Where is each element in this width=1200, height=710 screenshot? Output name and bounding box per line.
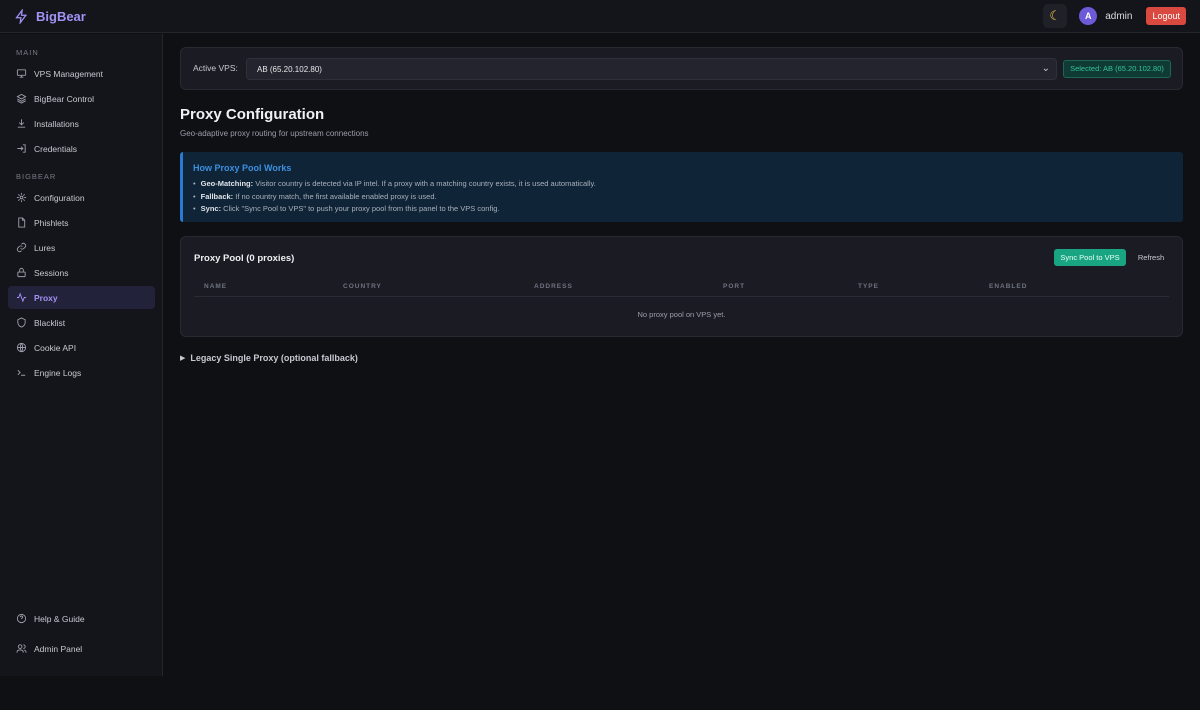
lock-icon bbox=[17, 267, 26, 278]
column-header-address[interactable]: ADDRESS bbox=[534, 283, 573, 290]
info-item: Sync: Click "Sync Pool to VPS" to push y… bbox=[193, 203, 596, 216]
sidebar-item-label: Blacklist bbox=[34, 317, 66, 328]
sidebar-item-label: Phishlets bbox=[34, 217, 69, 228]
page-subtitle: Geo-adaptive proxy routing for upstream … bbox=[180, 129, 369, 138]
refresh-button[interactable]: Refresh bbox=[1132, 249, 1170, 266]
column-header-name[interactable]: NAME bbox=[204, 283, 227, 290]
chevron-down-icon: ⌄ bbox=[1041, 63, 1050, 74]
legacy-proxy-toggle[interactable]: ▶ Legacy Single Proxy (optional fallback… bbox=[180, 353, 358, 363]
sidebar-item-credentials[interactable]: Credentials bbox=[8, 137, 155, 160]
brand[interactable]: BigBear bbox=[14, 8, 86, 24]
sidebar-item-label: VPS Management bbox=[34, 68, 103, 79]
column-header-country[interactable]: COUNTRY bbox=[343, 283, 382, 290]
users-icon bbox=[16, 644, 27, 653]
info-term: Fallback: bbox=[200, 191, 234, 201]
sidebar-item-blacklist[interactable]: Blacklist bbox=[8, 311, 155, 334]
info-box: How Proxy Pool Works Geo-Matching: Visit… bbox=[180, 152, 1183, 222]
legacy-proxy-label: Legacy Single Proxy (optional fallback) bbox=[190, 353, 358, 363]
info-item: Fallback: If no country match, the first… bbox=[193, 191, 596, 204]
top-bar: BigBear ☾ A admin Logout bbox=[0, 0, 1200, 33]
moon-icon: ☾ bbox=[1049, 8, 1062, 23]
info-text: If no country match, the first available… bbox=[233, 191, 437, 201]
info-title: How Proxy Pool Works bbox=[193, 163, 292, 173]
vps-select[interactable]: AB (65.20.102.80) ⌄ bbox=[246, 58, 1057, 80]
vps-select-value: AB (65.20.102.80) bbox=[257, 65, 322, 74]
gear-icon bbox=[16, 192, 27, 203]
column-header-type[interactable]: TYPE bbox=[858, 283, 879, 290]
column-header-enabled[interactable]: ENABLED bbox=[989, 283, 1027, 290]
link-icon bbox=[16, 242, 27, 253]
sidebar-item-label: Configuration bbox=[34, 192, 85, 203]
triangle-right-icon: ▶ bbox=[180, 355, 186, 362]
download-icon bbox=[17, 119, 26, 128]
sidebar-item-admin-panel[interactable]: Admin Panel bbox=[8, 637, 155, 660]
sidebar: MAIN VPS Management BigBear Control Inst… bbox=[0, 34, 163, 676]
theme-toggle-button[interactable]: ☾ bbox=[1043, 4, 1068, 28]
vps-label: Active VPS: bbox=[193, 63, 238, 73]
sidebar-item-help-guide[interactable]: Help & Guide bbox=[8, 607, 155, 630]
sync-pool-button[interactable]: Sync Pool to VPS bbox=[1054, 249, 1126, 266]
sidebar-item-label: Engine Logs bbox=[34, 367, 82, 378]
shield-icon bbox=[17, 317, 26, 328]
sidebar-item-configuration[interactable]: Configuration bbox=[8, 186, 155, 209]
file-icon bbox=[18, 217, 26, 228]
help-icon bbox=[16, 613, 27, 624]
sidebar-item-label: Admin Panel bbox=[34, 643, 83, 654]
column-header-port[interactable]: PORT bbox=[723, 283, 745, 290]
activity-icon bbox=[16, 292, 27, 303]
sidebar-item-sessions[interactable]: Sessions bbox=[8, 261, 155, 284]
sidebar-item-label: Lures bbox=[34, 242, 56, 253]
info-list: Geo-Matching: Visitor country is detecte… bbox=[193, 178, 596, 216]
layers-icon bbox=[16, 93, 27, 104]
vps-selector-bar: Active VPS: AB (65.20.102.80) ⌄ Selected… bbox=[180, 47, 1183, 90]
login-icon bbox=[17, 144, 26, 153]
sidebar-item-vps-management[interactable]: VPS Management bbox=[8, 62, 155, 85]
sidebar-item-label: Installations bbox=[34, 118, 79, 129]
sidebar-item-label: Proxy bbox=[34, 292, 58, 303]
info-term: Sync: bbox=[200, 204, 222, 213]
info-item: Geo-Matching: Visitor country is detecte… bbox=[193, 178, 596, 191]
sidebar-item-phishlets[interactable]: Phishlets bbox=[8, 211, 155, 234]
terminal-icon bbox=[17, 369, 26, 376]
sidebar-item-lures[interactable]: Lures bbox=[8, 236, 155, 259]
info-text: Click "Sync Pool to VPS" to push your pr… bbox=[221, 204, 500, 213]
globe-icon bbox=[16, 342, 27, 353]
sidebar-item-engine-logs[interactable]: Engine Logs bbox=[8, 361, 155, 384]
sidebar-item-proxy[interactable]: Proxy bbox=[8, 286, 155, 309]
sidebar-item-label: BigBear Control bbox=[34, 93, 95, 104]
sidebar-item-label: Help & Guide bbox=[34, 613, 85, 624]
sidebar-item-label: Sessions bbox=[34, 267, 69, 278]
page-title: Proxy Configuration bbox=[180, 106, 325, 123]
vps-selected-badge: Selected: AB (65.20.102.80) bbox=[1063, 60, 1171, 78]
avatar[interactable]: A bbox=[1079, 7, 1098, 25]
sidebar-item-bigbear-control[interactable]: BigBear Control bbox=[8, 87, 155, 110]
username: admin bbox=[1105, 10, 1133, 22]
proxy-pool-card: Proxy Pool (0 proxies) Sync Pool to VPS … bbox=[180, 236, 1183, 337]
app-name: BigBear bbox=[36, 8, 86, 24]
sidebar-item-label: Credentials bbox=[34, 143, 77, 154]
logout-button[interactable]: Logout bbox=[1146, 7, 1186, 25]
info-text: Visitor country is detected via IP intel… bbox=[253, 179, 596, 188]
sidebar-item-installations[interactable]: Installations bbox=[8, 112, 155, 135]
proxy-pool-title: Proxy Pool (0 proxies) bbox=[194, 253, 295, 264]
bolt-icon bbox=[15, 8, 28, 24]
sidebar-item-cookie-api[interactable]: Cookie API bbox=[8, 336, 155, 359]
sidebar-section-bigbear: BIGBEAR bbox=[16, 172, 57, 181]
sidebar-section-main: MAIN bbox=[16, 48, 39, 57]
empty-state-message: No proxy pool on VPS yet. bbox=[637, 310, 726, 319]
sidebar-item-label: Cookie API bbox=[34, 342, 77, 353]
topbar-actions: ☾ A admin Logout bbox=[1043, 4, 1186, 28]
monitor-icon bbox=[16, 69, 27, 78]
proxy-table-header: NAME COUNTRY ADDRESS PORT TYPE ENABLED bbox=[194, 282, 1169, 297]
info-term: Geo-Matching: bbox=[200, 179, 254, 188]
